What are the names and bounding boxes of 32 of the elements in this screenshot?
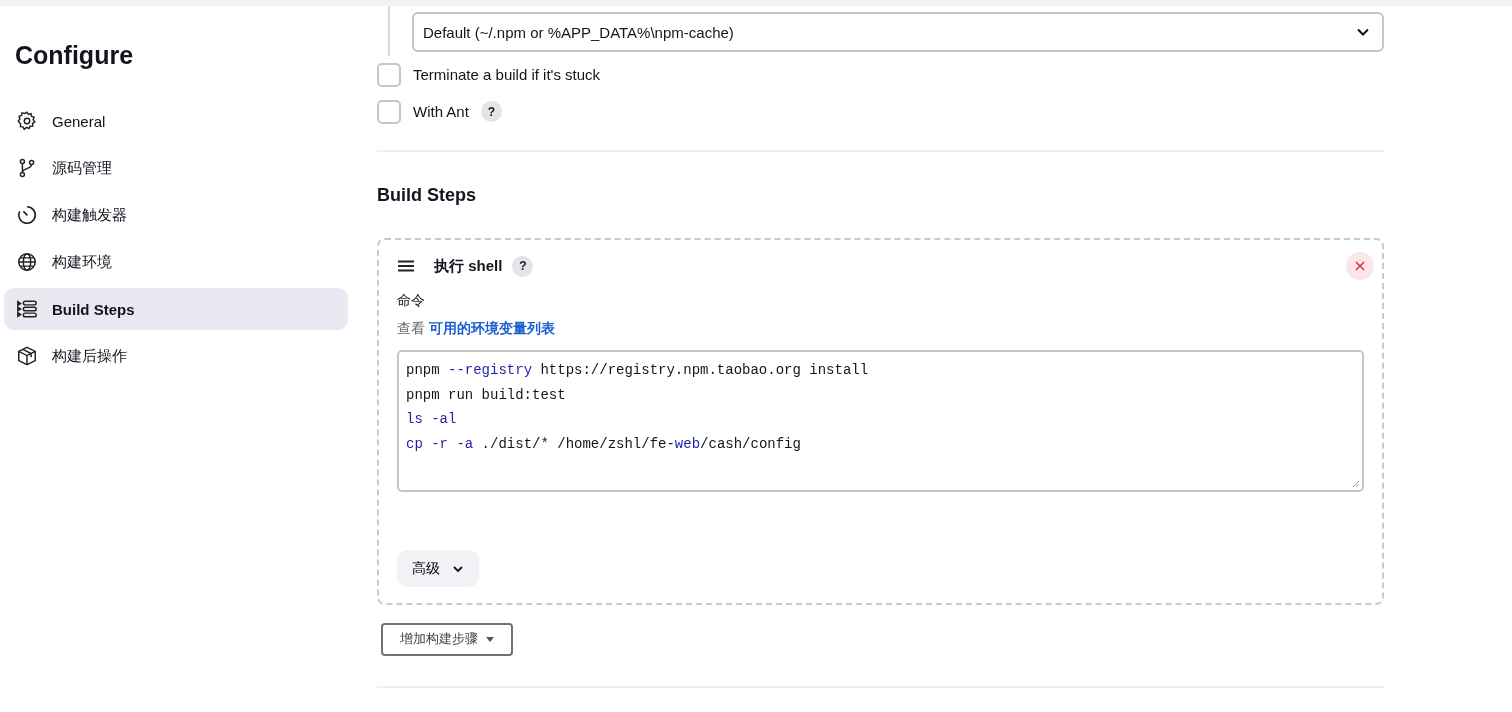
field-label: 命令 [397, 292, 426, 310]
resize-grip-icon[interactable] [1352, 480, 1360, 488]
close-icon [1355, 261, 1365, 271]
sidebar-item[interactable]: 构建环境 [4, 241, 348, 283]
caret-down-icon [486, 637, 494, 642]
globe-icon [16, 251, 38, 273]
checkbox[interactable] [377, 62, 401, 87]
hint-text: 查看 [397, 320, 425, 336]
step-title: 执行 shell [434, 256, 503, 276]
advanced-button[interactable]: 高级 [397, 550, 479, 587]
drag-handle-icon[interactable] [397, 260, 415, 272]
sidebar-item[interactable]: 构建后操作 [4, 335, 348, 377]
timer-icon [16, 204, 38, 226]
sidebar-item[interactable]: Build Steps [4, 288, 348, 330]
checkbox-label: With Ant [413, 103, 469, 120]
checkbox[interactable] [377, 99, 401, 124]
code-editor[interactable]: pnpm --registry https://registry.npm.taobao.org install pnpm run build:test ls -al cp -r -a ./dist/* /home/zshl/fe-web/cash/config [397, 350, 1364, 492]
help-button[interactable]: ? [512, 255, 534, 277]
help-button[interactable]: ? [480, 101, 502, 122]
sidebar-item[interactable]: 源码管理 [4, 147, 348, 189]
cache-select[interactable]: Default (~/.npm or %APP_DATA%\npm-cache) [412, 12, 1384, 52]
add-build-step-button[interactable]: 增加构建步骤 [381, 623, 513, 656]
page-title: Configure [15, 41, 135, 70]
sidebar-item[interactable]: General [4, 100, 348, 142]
sidebar-item[interactable]: 构建触发器 [4, 194, 348, 236]
close-button[interactable] [1346, 252, 1374, 280]
list-icon [16, 298, 38, 320]
checkbox-label: Terminate a build if it's stuck [413, 66, 601, 83]
package-icon [16, 345, 38, 367]
env-vars-link[interactable]: 可用的环境变量列表 [428, 320, 555, 336]
gear-icon [16, 110, 38, 132]
section-heading: Build Steps [377, 185, 477, 206]
